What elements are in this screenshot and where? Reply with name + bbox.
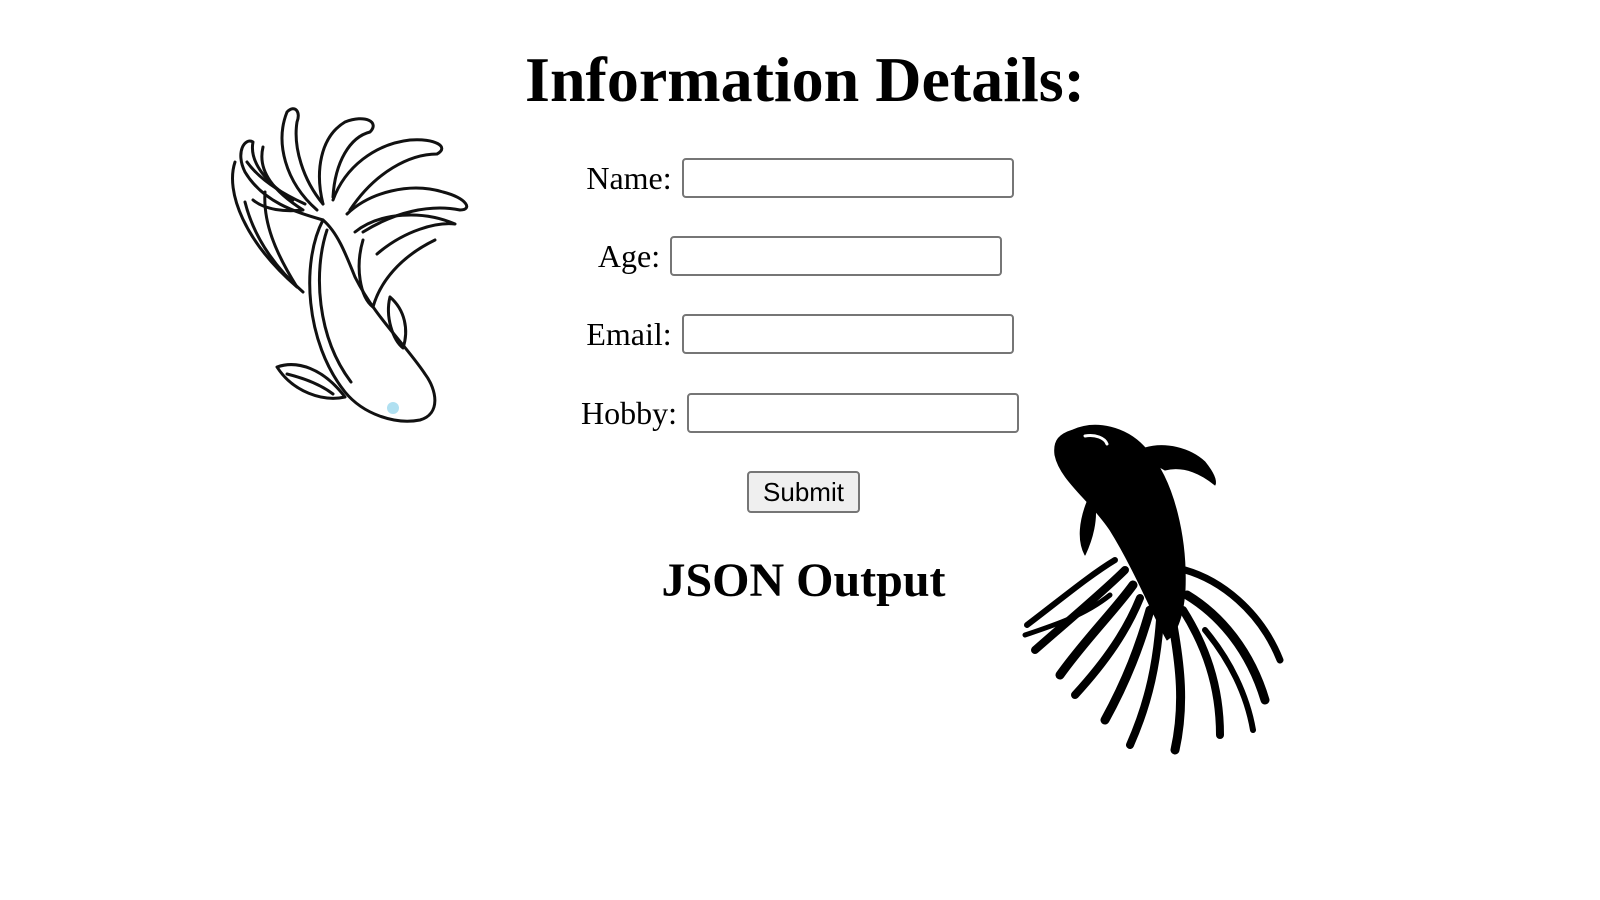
name-label: Name:: [586, 160, 672, 196]
name-input[interactable]: [681, 158, 1014, 198]
page: Information Details: Name: Age: Email: H…: [0, 0, 1600, 900]
submit-container: Submit: [0, 471, 1600, 513]
name-row: Name:: [0, 157, 1600, 199]
email-row: Email:: [0, 313, 1600, 355]
hobby-input[interactable]: [687, 393, 1019, 433]
age-row: Age:: [0, 235, 1600, 277]
hobby-row: Hobby:: [0, 392, 1600, 434]
submit-button[interactable]: Submit: [747, 471, 860, 513]
hobby-label: Hobby:: [581, 395, 677, 431]
age-input[interactable]: [670, 236, 1003, 276]
json-output-heading: JSON Output: [661, 554, 946, 607]
email-label: Email:: [586, 316, 672, 352]
email-input[interactable]: [681, 314, 1014, 354]
age-label: Age:: [597, 238, 661, 274]
